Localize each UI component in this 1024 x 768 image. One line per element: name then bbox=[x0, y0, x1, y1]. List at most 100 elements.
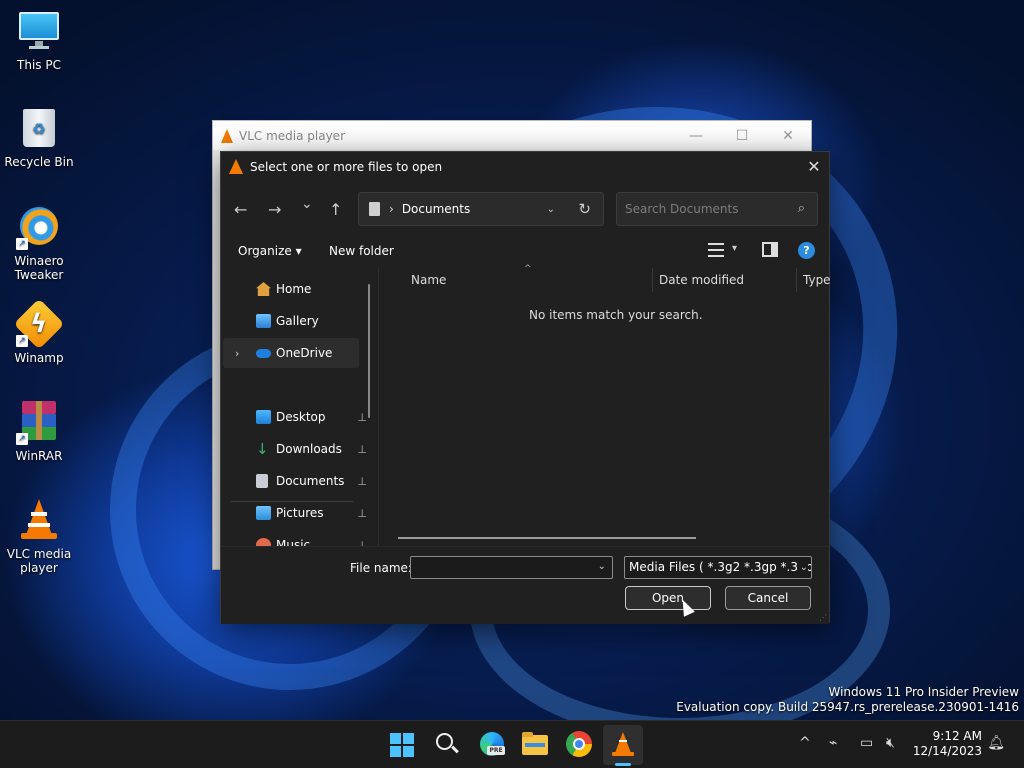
start-icon[interactable] bbox=[390, 733, 414, 757]
address-dropdown-chevron-icon[interactable]: ⌄ bbox=[547, 204, 555, 215]
desktop-icon-vlc[interactable]: VLC media player bbox=[1, 499, 77, 575]
command-bar: Organize ▾ New folder ▾ ? bbox=[221, 239, 829, 265]
nav-item-label: Home bbox=[276, 282, 312, 296]
clock-time: 9:12 AM bbox=[932, 729, 982, 743]
column-header-type[interactable]: Type bbox=[803, 273, 831, 287]
vlc-cone-icon bbox=[221, 128, 233, 143]
desktop-icon-label: Winaero Tweaker bbox=[14, 254, 64, 282]
file-name-label: File name: bbox=[350, 561, 412, 575]
view-options-icon[interactable] bbox=[708, 243, 724, 257]
search-icon: ⌕ bbox=[797, 201, 805, 216]
empty-results-message: No items match your search. bbox=[529, 308, 703, 322]
search-box[interactable]: Search Documents ⌕ bbox=[616, 192, 818, 226]
nav-pane-scrollbar[interactable] bbox=[368, 284, 370, 418]
column-header-name[interactable]: Name bbox=[411, 273, 446, 287]
display-icon[interactable]: ▭ bbox=[860, 735, 873, 751]
volume-muted-icon[interactable]: 🔇︎ bbox=[886, 735, 895, 751]
system-clock[interactable]: 9:12 AM 12/14/2023 bbox=[913, 729, 982, 759]
desktop-icon-this-pc[interactable]: This PC bbox=[1, 10, 77, 72]
pane-divider[interactable] bbox=[378, 268, 379, 546]
new-folder-button[interactable]: New folder bbox=[329, 244, 394, 258]
nav-item-music[interactable]: Music ⊥ bbox=[223, 530, 367, 546]
nav-item-gallery[interactable]: Gallery bbox=[223, 306, 359, 336]
resize-grip-icon[interactable]: ⋰ bbox=[819, 613, 827, 622]
breadcrumb-documents[interactable]: Documents bbox=[402, 202, 470, 216]
back-arrow-icon[interactable]: ← bbox=[234, 200, 247, 219]
pin-icon: ⊥ bbox=[357, 538, 367, 547]
network-disconnected-icon[interactable]: ⌁ bbox=[829, 735, 837, 751]
shortcut-arrow-icon: ↗ bbox=[16, 238, 28, 250]
nav-item-desktop[interactable]: Desktop ⊥ bbox=[223, 402, 367, 432]
breadcrumb-separator: › bbox=[389, 202, 394, 216]
preview-pane-icon[interactable] bbox=[762, 242, 778, 257]
show-hidden-icons-chevron-icon[interactable]: ^ bbox=[799, 735, 811, 751]
nav-item-downloads[interactable]: ↓ Downloads ⊥ bbox=[223, 434, 367, 464]
nav-item-documents[interactable]: Documents ⊥ bbox=[223, 466, 367, 496]
column-divider[interactable] bbox=[652, 268, 653, 292]
pictures-icon bbox=[256, 506, 271, 520]
close-button[interactable]: ✕ bbox=[765, 128, 811, 144]
desktop-icon-winrar[interactable]: ↗ WinRAR bbox=[1, 401, 77, 463]
column-divider[interactable] bbox=[796, 268, 797, 292]
winamp-icon: ϟ ↗ bbox=[13, 298, 65, 350]
file-type-filter-select[interactable]: Media Files ( *.3g2 *.3gp *.3gp2 ⌄ bbox=[624, 556, 812, 579]
navigation-pane: Home Gallery › OneDrive Desktop ⊥ ↓ Down… bbox=[221, 268, 371, 546]
view-dropdown-chevron-icon[interactable]: ▾ bbox=[732, 243, 737, 254]
desktop-icon-recycle-bin[interactable]: ♻ Recycle Bin bbox=[1, 107, 77, 169]
monitor-icon bbox=[18, 10, 60, 52]
column-header-date-modified[interactable]: Date modified bbox=[659, 273, 744, 287]
music-icon bbox=[256, 538, 271, 546]
desktop-folder-icon bbox=[256, 410, 271, 424]
gallery-icon bbox=[256, 314, 271, 328]
pin-icon: ⊥ bbox=[357, 410, 367, 424]
nav-item-home[interactable]: Home bbox=[223, 274, 359, 304]
file-explorer-icon[interactable] bbox=[522, 731, 548, 757]
open-file-dialog: Select one or more files to open ✕ ← → ⌄… bbox=[220, 151, 831, 624]
dialog-titlebar[interactable]: Select one or more files to open ✕ bbox=[221, 152, 829, 181]
address-bar[interactable]: › Documents ⌄ ↻ bbox=[358, 192, 604, 226]
organize-menu-button[interactable]: Organize ▾ bbox=[238, 244, 302, 258]
vlc-icon[interactable] bbox=[610, 731, 636, 757]
nav-item-label: Pictures bbox=[276, 506, 324, 520]
recent-locations-chevron-icon[interactable]: ⌄ bbox=[301, 196, 313, 212]
nav-item-onedrive[interactable]: › OneDrive bbox=[223, 338, 359, 368]
open-button[interactable]: Open bbox=[625, 586, 711, 610]
file-name-combobox[interactable]: ⌄ bbox=[410, 556, 613, 579]
clock-date: 12/14/2023 bbox=[912, 744, 982, 758]
desktop-icon-label: Winamp bbox=[14, 351, 64, 365]
winaero-tweaker-icon: ↗ bbox=[16, 206, 60, 250]
expand-chevron-icon[interactable]: › bbox=[235, 347, 239, 360]
shortcut-arrow-icon: ↗ bbox=[16, 335, 28, 347]
forward-arrow-icon[interactable]: → bbox=[268, 200, 281, 219]
downloads-arrow-icon: ↓ bbox=[256, 440, 269, 458]
edge-beta-icon[interactable]: PRE bbox=[479, 731, 505, 757]
chrome-icon[interactable] bbox=[566, 731, 592, 757]
file-list-horizontal-scrollbar[interactable] bbox=[398, 537, 696, 539]
up-arrow-icon[interactable]: ↑ bbox=[329, 200, 342, 219]
vlc-window-title: VLC media player bbox=[239, 128, 346, 143]
documents-folder-icon bbox=[369, 202, 380, 216]
vlc-titlebar[interactable]: VLC media player — ☐ ✕ bbox=[213, 121, 811, 150]
desktop-icon-winaero-tweaker[interactable]: ↗ Winaero Tweaker bbox=[1, 206, 77, 282]
sort-indicator-icon: ^ bbox=[524, 264, 532, 274]
nav-item-pictures[interactable]: Pictures ⊥ bbox=[223, 498, 367, 528]
help-icon[interactable]: ? bbox=[798, 242, 815, 259]
search-input[interactable]: Search Documents bbox=[625, 202, 738, 216]
pin-icon: ⊥ bbox=[357, 442, 367, 456]
notification-bell-icon[interactable]: 🔔︎ bbox=[987, 735, 1005, 751]
cancel-button[interactable]: Cancel bbox=[725, 586, 811, 610]
taskbar: PRE ^ ⌁ ▭ 🔇︎ 9:12 AM 12/14/2023 🔔︎ bbox=[0, 720, 1024, 768]
home-icon bbox=[256, 282, 271, 296]
winrar-icon: ↗ bbox=[16, 401, 60, 445]
minimize-button[interactable]: — bbox=[673, 128, 719, 144]
filter-dropdown-chevron-icon[interactable]: ⌄ bbox=[797, 557, 808, 578]
nav-item-label: Music bbox=[276, 538, 311, 546]
maximize-button[interactable]: ☐ bbox=[719, 128, 765, 144]
dialog-close-button[interactable]: ✕ bbox=[799, 157, 829, 176]
search-icon[interactable] bbox=[434, 731, 460, 757]
desktop-icon-winamp[interactable]: ϟ ↗ Winamp bbox=[1, 298, 77, 365]
refresh-icon[interactable]: ↻ bbox=[578, 200, 591, 218]
file-name-dropdown-chevron-icon[interactable]: ⌄ bbox=[598, 561, 606, 572]
shortcut-arrow-icon: ↗ bbox=[16, 433, 28, 445]
watermark-line-2: Evaluation copy. Build 25947.rs_prerelea… bbox=[676, 700, 1019, 714]
